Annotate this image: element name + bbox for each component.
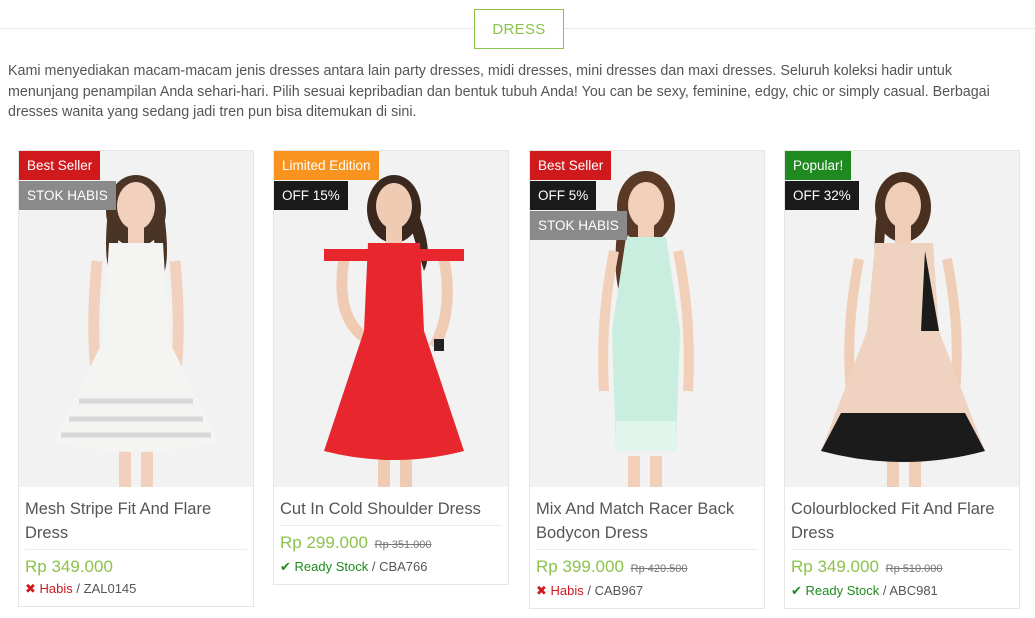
old-price: Rp 510.000	[885, 563, 943, 575]
product-image[interactable]: Popular! OFF 32%	[785, 151, 1019, 487]
cross-icon: ✖	[25, 581, 36, 596]
product-sku: ZAL0145	[83, 581, 137, 596]
product-price: Rp 299.000	[280, 533, 368, 552]
stock-label: Ready Stock	[805, 583, 880, 598]
product-image[interactable]: Limited Edition OFF 15%	[274, 151, 508, 487]
product-card[interactable]: Limited Edition OFF 15% Cut In Cold Shou…	[273, 150, 509, 585]
product-name[interactable]: Colourblocked Fit And Flare Dress	[791, 497, 1013, 550]
stock-status: ✔ Ready Stock / ABC981	[791, 580, 1013, 602]
product-sku: CBA766	[379, 559, 428, 574]
product-sku: CAB967	[594, 583, 644, 598]
badge-discount: OFF 15%	[274, 181, 348, 210]
stock-label: Habis	[550, 583, 584, 598]
price-row: Rp 299.000 Rp 351.000	[280, 532, 502, 556]
old-price: Rp 351.000	[374, 539, 432, 551]
price-row: Rp 349.000 Rp 510.000	[791, 556, 1013, 580]
dress-shape	[612, 237, 680, 451]
category-description: Kami menyediakan macam-macam jenis dress…	[8, 63, 990, 120]
badge-best-seller: Best Seller	[530, 151, 612, 180]
category-title: DRESS	[474, 9, 564, 49]
product-card[interactable]: Popular! OFF 32% Colourblocked Fit And F…	[784, 150, 1020, 609]
separator: /	[72, 581, 84, 596]
separator: /	[583, 583, 595, 598]
separator: /	[879, 583, 890, 598]
badge-stock-habis: STOK HABIS	[530, 211, 627, 240]
check-icon: ✔	[280, 559, 291, 574]
price-row: Rp 399.000 Rp 420.500	[536, 556, 758, 580]
stock-status: ✔ Ready Stock / CBA766	[280, 556, 502, 578]
product-name[interactable]: Mesh Stripe Fit And Flare Dress	[25, 497, 247, 550]
check-icon: ✔	[791, 583, 802, 598]
badge-limited-edition: Limited Edition	[274, 151, 379, 180]
product-sku: ABC981	[889, 583, 938, 598]
product-card[interactable]: Best Seller OFF 5% STOK HABIS Mix And Ma…	[529, 150, 765, 609]
stock-label: Ready Stock	[294, 559, 369, 574]
product-name[interactable]: Mix And Match Racer Back Bodycon Dress	[536, 497, 758, 550]
product-image[interactable]: Best Seller OFF 5% STOK HABIS	[530, 151, 764, 487]
product-price: Rp 349.000	[25, 557, 113, 576]
old-price: Rp 420.500	[630, 563, 688, 575]
badge-stock-habis: STOK HABIS	[19, 181, 116, 210]
product-price: Rp 349.000	[791, 557, 879, 576]
stock-status: ✖ Habis / ZAL0145	[25, 578, 247, 600]
separator: /	[368, 559, 380, 574]
product-price: Rp 399.000	[536, 557, 624, 576]
badge-best-seller: Best Seller	[19, 151, 101, 180]
product-image[interactable]: Best Seller STOK HABIS	[19, 151, 253, 487]
cross-icon: ✖	[536, 583, 547, 598]
product-name[interactable]: Cut In Cold Shoulder Dress	[280, 497, 502, 526]
product-card[interactable]: Best Seller STOK HABIS Mesh Stripe Fit A…	[18, 150, 254, 607]
badge-discount: OFF 32%	[785, 181, 859, 210]
price-row: Rp 349.000	[25, 556, 247, 578]
stock-status: ✖ Habis / CAB967	[536, 580, 758, 602]
badge-popular: Popular!	[785, 151, 852, 180]
stock-label: Habis	[39, 581, 73, 596]
badge-discount: OFF 5%	[530, 181, 597, 210]
